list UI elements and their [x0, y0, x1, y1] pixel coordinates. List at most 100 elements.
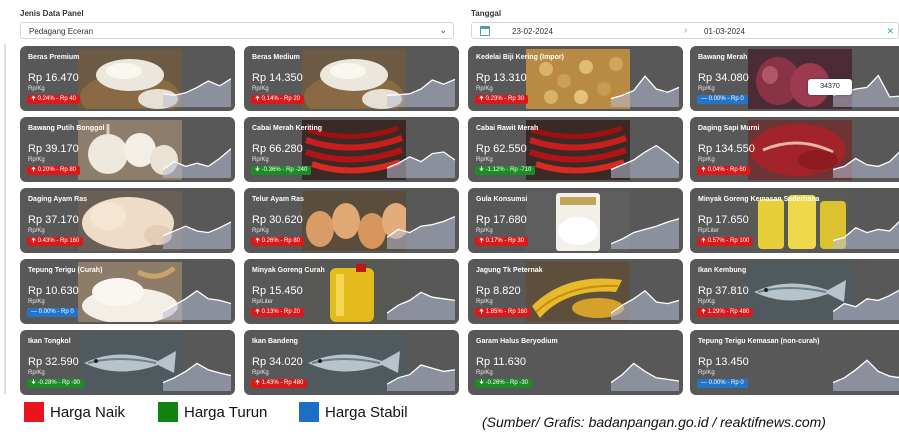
commodity-name: Ikan Bandeng — [252, 338, 298, 345]
commodity-price: Rp 30.620 — [252, 214, 303, 226]
commodity-card[interactable]: Minyak Goreng Kemasan Sederhana Rp 17.650… — [690, 188, 899, 253]
sparkline-area — [163, 222, 231, 249]
commodity-card[interactable]: Bawang Putih Bonggol Rp 39.170 Rp/Kg 🠉 0.20… — [20, 117, 235, 182]
commodity-unit: Rp/Liter — [252, 299, 274, 305]
commodity-price: Rp 8.820 — [476, 285, 521, 297]
price-change-text: 1.43% - Rp 480 — [261, 380, 304, 386]
commodity-unit: Rp/Liter — [698, 228, 720, 234]
commodity-card[interactable]: Minyak Goreng Curah Rp 15.450 Rp/Liter 🠉 0.… — [244, 259, 459, 324]
legend-label-up: Harga Naik — [50, 404, 126, 421]
commodity-card[interactable]: Jagung Tk Peternak Rp 8.820 Rp/Kg 🠉 1.85% -… — [468, 259, 683, 324]
commodity-card[interactable]: Ikan Bandeng Rp 34.020 Rp/Kg 🠉 1.43% - Rp 4… — [244, 330, 459, 395]
price-change-badge: 🠉 0.13% - Rp 20 — [251, 308, 304, 317]
commodity-card[interactable]: Ikan Kembung Rp 37.810 Rp/Kg 🠉 1.29% - Rp 4… — [690, 259, 899, 324]
date-to[interactable]: 01-03-2024 — [704, 27, 745, 36]
commodity-name: Beras Medium — [252, 54, 300, 61]
arrow-right-icon: › — [684, 25, 688, 36]
commodity-card[interactable]: Telur Ayam Ras Rp 30.620 Rp/Kg 🠉 0.26% - Rp… — [244, 188, 459, 253]
sparkline-chart — [163, 148, 231, 178]
commodity-name: Bawang Merah — [698, 54, 748, 61]
price-change-badge: 🠉 0.24% - Rp 40 — [27, 95, 80, 104]
commodity-name: Garam Halus Beryodium — [476, 338, 558, 345]
commodity-card[interactable]: Bawang Merah Rp 34.080 Rp/Kg — 0.00% - Rp 0… — [690, 46, 899, 111]
price-change-badge: — 0.00% - Rp 0 — [27, 308, 78, 317]
commodity-card[interactable]: Cabai Rawit Merah Rp 62.550 Rp/Kg 🠋 -1.12% … — [468, 117, 683, 182]
commodity-unit: Rp/Kg — [28, 86, 45, 92]
commodity-card[interactable]: Tepung Terigu (Curah) Rp 10.630 Rp/Kg — 0.0… — [20, 259, 235, 324]
arrow-up-icon: 🠉 — [31, 167, 36, 173]
price-change-text: -0.26% - Rp -30 — [485, 380, 528, 386]
commodity-card[interactable]: Cabai Merah Keriting Rp 66.280 Rp/Kg 🠋 -0.3… — [244, 117, 459, 182]
arrow-up-icon: 🠉 — [31, 238, 36, 244]
chevron-down-icon: ⌄ — [439, 25, 447, 35]
clear-icon[interactable]: ✕ — [886, 26, 894, 37]
sparkline-chart — [611, 144, 679, 178]
commodity-price: Rp 39.170 — [28, 143, 79, 155]
commodity-price: Rp 13.310 — [476, 72, 527, 84]
commodity-card[interactable]: Tepung Terigu Kemasan (non-curah) Rp 13.4… — [690, 330, 899, 395]
commodity-name: Cabai Merah Keriting — [252, 125, 323, 132]
commodity-name: Jagung Tk Peternak — [476, 267, 543, 274]
price-change-text: 0.26% - Rp 80 — [261, 238, 300, 244]
sparkline-chart — [833, 289, 899, 320]
commodity-unit: Rp/Kg — [476, 86, 493, 92]
arrow-down-icon: 🠋 — [479, 167, 484, 173]
panel-type-select[interactable]: Pedagang Eceran ⌄ — [20, 22, 454, 39]
commodity-price: Rp 15.450 — [252, 285, 303, 297]
commodity-card[interactable]: Daging Sapi Murni Rp 134.550 Rp/Kg 🠉 0.04% … — [690, 117, 899, 182]
commodity-name: Telur Ayam Ras — [252, 196, 304, 203]
legend-swatch-up — [24, 402, 44, 422]
commodity-name: Minyak Goreng Curah — [252, 267, 325, 274]
commodity-unit: Rp/Kg — [252, 370, 269, 376]
sparkline-chart — [833, 220, 899, 249]
price-change-text: 0.17% - Rp 30 — [485, 238, 524, 244]
commodity-card[interactable]: Ikan Tongkol Rp 32.590 Rp/Kg 🠋 -0.28% - Rp … — [20, 330, 235, 395]
price-change-text: 1.29% - Rp 480 — [707, 309, 750, 315]
arrow-up-icon: 🠉 — [701, 309, 706, 315]
commodity-name: Ikan Kembung — [698, 267, 747, 274]
price-change-badge: 🠉 0.14% - Rp 20 — [251, 95, 304, 104]
commodity-name: Gula Konsumsi — [476, 196, 528, 203]
price-change-badge: 🠉 1.85% - Rp 160 — [475, 308, 532, 317]
arrow-up-icon: 🠉 — [479, 309, 484, 315]
arrow-up-icon: 🠉 — [255, 238, 260, 244]
commodity-unit: Rp/Kg — [698, 86, 715, 92]
commodity-name: Bawang Putih Bonggol — [28, 125, 105, 132]
price-change-badge: 🠋 -1.12% - Rp -710 — [475, 166, 536, 175]
sparkline-chart — [387, 291, 455, 320]
commodity-price: Rp 62.550 — [476, 143, 527, 155]
arrow-up-icon: 🠉 — [255, 96, 260, 102]
commodity-price: Rp 37.170 — [28, 214, 79, 226]
commodity-card[interactable]: Beras Medium Rp 14.350 Rp/Kg 🠉 0.14% - Rp 2… — [244, 46, 459, 111]
commodity-price: Rp 34.080 — [698, 72, 749, 84]
commodity-card[interactable]: Kedelai Biji Kering (Impor) Rp 13.310 Rp/K… — [468, 46, 683, 111]
commodity-unit: Rp/Kg — [252, 86, 269, 92]
commodity-unit: Rp/Kg — [698, 299, 715, 305]
price-change-badge: 🠉 0.20% - Rp 80 — [27, 166, 80, 175]
commodity-price: Rp 32.590 — [28, 356, 79, 368]
price-change-text: 0.14% - Rp 20 — [261, 96, 300, 102]
price-change-badge: 🠉 0.57% - Rp 100 — [697, 237, 754, 246]
commodity-name: Minyak Goreng Kemasan Sederhana — [698, 196, 820, 203]
price-change-badge: 🠉 0.23% - Rp 30 — [475, 95, 528, 104]
legend-swatch-flat — [299, 402, 319, 422]
date-range-picker[interactable]: 23-02-2024 › 01-03-2024 ✕ — [471, 22, 899, 39]
price-change-text: 0.23% - Rp 30 — [485, 96, 524, 102]
dash-icon: — — [701, 380, 707, 386]
commodity-price: Rp 11.630 — [476, 356, 526, 368]
commodity-card[interactable]: Beras Premium Rp 16.470 Rp/Kg 🠉 0.24% - Rp … — [20, 46, 235, 111]
commodity-card[interactable]: Daging Ayam Ras Rp 37.170 Rp/Kg 🠉 0.43% - R… — [20, 188, 235, 253]
panel-type-label: Jenis Data Panel — [20, 9, 84, 18]
sparkline-chart — [611, 289, 679, 320]
price-change-badge: 🠉 1.43% - Rp 480 — [251, 379, 308, 388]
commodity-card[interactable]: Garam Halus Beryodium Rp 11.630 Rp/Kg 🠋 -0.… — [468, 330, 683, 395]
commodity-price: Rp 10.630 — [28, 285, 79, 297]
price-change-text: 0.20% - Rp 80 — [37, 167, 76, 173]
price-change-text: 0.24% - Rp 40 — [37, 96, 76, 102]
date-from[interactable]: 23-02-2024 — [512, 27, 553, 36]
sparkline-chart — [611, 75, 679, 107]
commodity-card[interactable]: Gula Konsumsi Rp 17.680 Rp/Kg 🠉 0.17% - Rp … — [468, 188, 683, 253]
price-change-badge: 🠋 -0.28% - Rp -90 — [27, 379, 84, 388]
commodity-unit: Rp/Kg — [28, 157, 45, 163]
price-change-text: 0.04% - Rp 60 — [707, 167, 746, 173]
